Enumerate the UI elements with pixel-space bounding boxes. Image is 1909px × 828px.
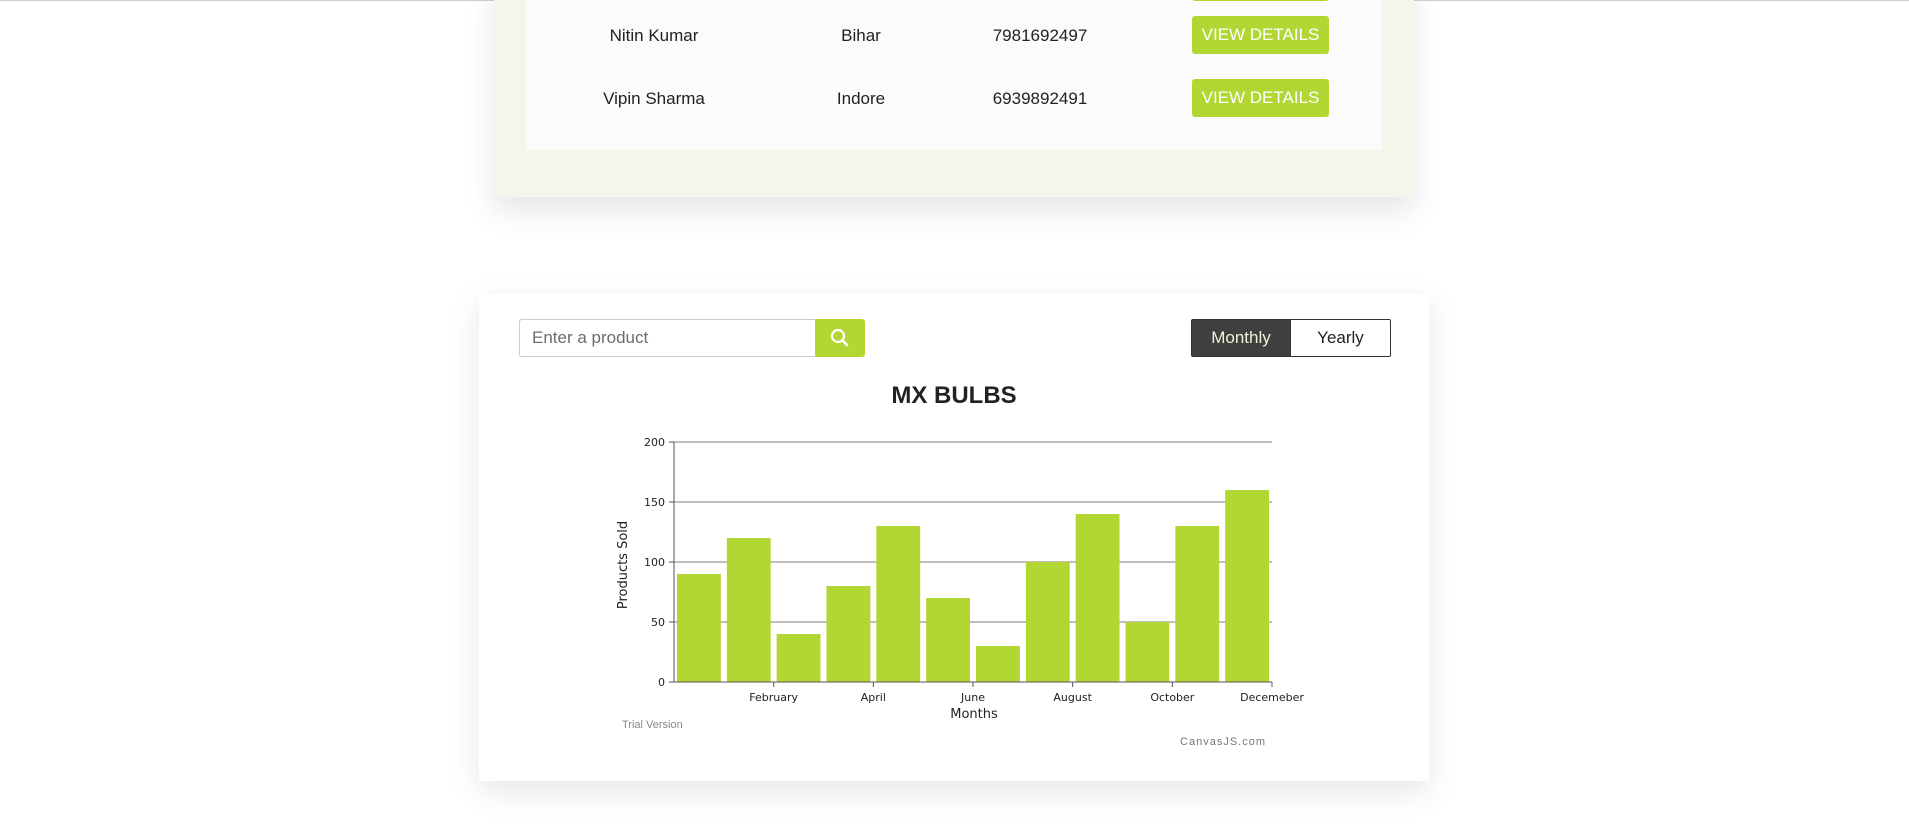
y-tick-label: 0 bbox=[658, 676, 665, 689]
view-details-button[interactable]: VIEW DETAILS bbox=[1192, 16, 1329, 54]
customer-phone: 6939892491 bbox=[992, 89, 1088, 108]
sales-chart-card: Monthly Yearly MX BULBS 050100150200Febr… bbox=[479, 294, 1429, 781]
view-details-button[interactable]: VIEW DETAILS bbox=[1192, 79, 1329, 117]
y-tick-label: 100 bbox=[644, 556, 665, 569]
x-tick-label: Decemeber bbox=[1240, 691, 1304, 704]
customer-phone: 7981692497 bbox=[992, 26, 1088, 45]
bar[interactable] bbox=[1075, 514, 1120, 682]
trial-watermark: Trial Version bbox=[622, 719, 683, 731]
bar-chart: MX BULBS 0 50 100 150 200 February April June Au… bbox=[616, 382, 1304, 748]
y-tick-label: 150 bbox=[644, 496, 665, 509]
x-tick-label: February bbox=[749, 691, 798, 704]
view-details-button-partial[interactable] bbox=[1192, 0, 1329, 1]
y-tick-label: 50 bbox=[651, 616, 665, 629]
x-tick-label: August bbox=[1053, 691, 1092, 704]
x-tick-label: April bbox=[861, 691, 886, 704]
customer-name: Nitin Kumar bbox=[609, 26, 699, 45]
customer-city: Indore bbox=[836, 89, 886, 108]
bar[interactable] bbox=[926, 598, 971, 682]
bar[interactable] bbox=[676, 574, 721, 682]
bar[interactable] bbox=[776, 634, 821, 682]
bar[interactable] bbox=[1175, 526, 1220, 682]
bar[interactable] bbox=[975, 646, 1020, 682]
bar[interactable] bbox=[1225, 490, 1270, 682]
x-tick-label: October bbox=[1150, 691, 1194, 704]
y-axis-label: Products Sold bbox=[616, 521, 631, 609]
x-tick-label: June bbox=[960, 691, 985, 704]
bar[interactable] bbox=[1025, 562, 1070, 682]
chart-title: MX BULBS bbox=[891, 382, 1016, 409]
customer-city: Bihar bbox=[841, 26, 881, 45]
customer-name: Vipin Sharma bbox=[603, 89, 705, 108]
bar[interactable] bbox=[826, 586, 871, 682]
x-axis-label: Months bbox=[950, 707, 998, 722]
y-tick-label: 200 bbox=[644, 436, 665, 449]
bar[interactable] bbox=[1125, 622, 1170, 682]
customer-table-card: Nitin Kumar Bihar 7981692497 VIEW DETAIL… bbox=[494, 0, 1414, 197]
bar[interactable] bbox=[876, 526, 921, 682]
table-row: Vipin Sharma Indore 6939892491 VIEW DETA… bbox=[526, 79, 1382, 119]
table-row: Nitin Kumar Bihar 7981692497 VIEW DETAIL… bbox=[526, 16, 1382, 56]
bar[interactable] bbox=[726, 538, 771, 682]
canvasjs-credit-link[interactable]: CanvasJS.com bbox=[1180, 736, 1266, 748]
customer-table: Nitin Kumar Bihar 7981692497 VIEW DETAIL… bbox=[526, 0, 1382, 150]
